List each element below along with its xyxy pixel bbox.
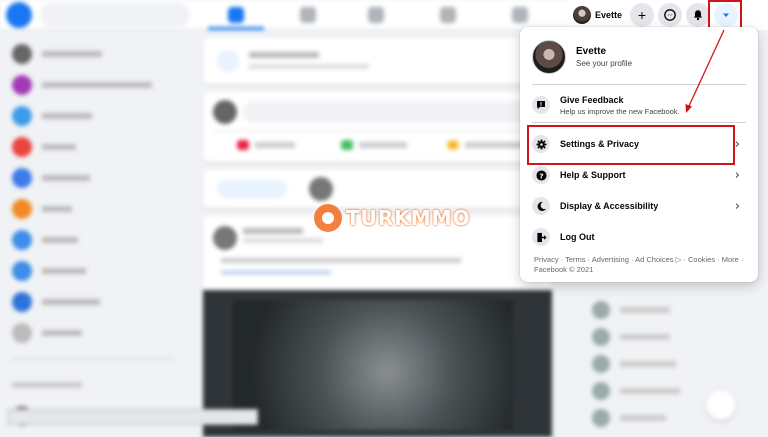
groups-icon (440, 7, 456, 23)
contact-item (592, 377, 762, 404)
menu-profile-name: Evette (576, 46, 607, 57)
menu-profile-subtitle: See your profile (576, 59, 633, 68)
give-feedback-label: Give Feedback (560, 94, 624, 105)
friends-icon (300, 7, 316, 23)
sidebar-item (12, 255, 182, 286)
sidebar-item (12, 162, 182, 193)
rooms-card (203, 170, 552, 208)
menu-divider (532, 84, 746, 85)
feedback-icon (532, 96, 550, 114)
menu-profile-link[interactable]: Evette See your profile (532, 37, 746, 77)
new-message-fab (706, 390, 736, 420)
plus-icon: + (637, 7, 647, 23)
help-support-item[interactable]: ? Help & Support › (532, 161, 746, 189)
create-story-card (203, 38, 552, 84)
help-support-label: Help & Support (560, 170, 626, 180)
sidebar-item (12, 286, 182, 317)
profile-name: Evette (595, 10, 623, 20)
display-accessibility-item[interactable]: Display & Accessibility › (532, 192, 746, 220)
chevron-right-icon: › (734, 137, 740, 152)
contact-item (592, 296, 762, 323)
sidebar-item (12, 193, 182, 224)
display-accessibility-label: Display & Accessibility (560, 201, 659, 211)
menu-divider (532, 122, 746, 123)
watermark: TURKMMO (314, 204, 471, 232)
moon-icon (532, 197, 550, 215)
sidebar-item (12, 369, 182, 400)
avatar (532, 40, 566, 74)
facebook-logo (6, 2, 32, 28)
sidebar-item (12, 317, 182, 348)
status-bar-url (8, 409, 258, 425)
watermark-logo-icon (314, 204, 342, 232)
bell-icon (694, 10, 702, 21)
log-out-label: Log Out (560, 232, 595, 242)
contacts-list (592, 296, 762, 431)
chevron-right-icon: › (734, 168, 740, 183)
home-icon (228, 7, 244, 23)
search-input (40, 3, 190, 27)
menu-footer-links[interactable]: Privacy · Terms · Advertising · Ad Choic… (534, 255, 744, 275)
create-button[interactable]: + (630, 3, 654, 27)
give-feedback-item[interactable]: Give Feedback Help us improve the new Fa… (532, 90, 746, 120)
question-icon: ? (532, 166, 550, 184)
sidebar-item (12, 131, 182, 162)
composer-card (203, 92, 552, 162)
avatar (573, 6, 591, 24)
sidebar-divider (12, 358, 174, 359)
messenger-icon (664, 9, 676, 21)
sidebar-item (12, 224, 182, 255)
logout-icon (532, 228, 550, 246)
contact-item (592, 404, 762, 431)
svg-text:?: ? (539, 171, 543, 180)
watch-icon (368, 7, 384, 23)
sidebar-item (12, 100, 182, 131)
notifications-button[interactable] (686, 3, 710, 27)
watermark-text: TURKMMO (346, 206, 471, 230)
sidebar-item (12, 69, 182, 100)
left-sidebar (12, 38, 182, 431)
contact-item (592, 350, 762, 377)
give-feedback-description: Help us improve the new Facebook. (560, 106, 680, 116)
sidebar-item (12, 38, 182, 69)
highlight-box-settings (527, 125, 735, 165)
contact-item (592, 323, 762, 350)
profile-chip[interactable]: Evette (571, 4, 628, 26)
log-out-item[interactable]: Log Out (532, 223, 746, 251)
highlight-box-account-button (708, 0, 742, 30)
messenger-button[interactable] (658, 3, 682, 27)
gaming-icon (512, 7, 528, 23)
chevron-right-icon: › (734, 199, 740, 214)
home-tab-indicator (208, 27, 264, 30)
